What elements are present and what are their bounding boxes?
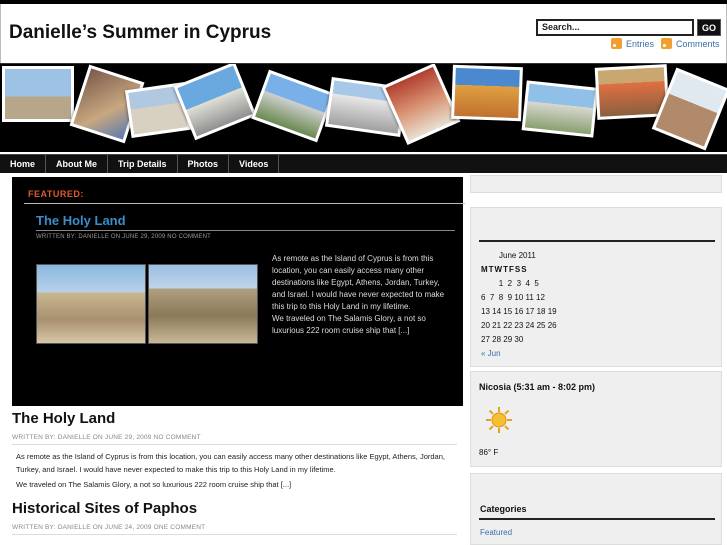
search-button[interactable]: GO	[697, 19, 721, 36]
featured-box: FEATURED: The Holy Land WRITTEN BY: DANI…	[12, 177, 465, 406]
weather-title: Nicosia (5:31 am - 8:02 pm)	[479, 382, 596, 392]
calendar-widget: June 2011 MTWTFSS 1 2 3 4 5 6 7 8 9 10 1…	[470, 207, 722, 367]
nav-home[interactable]: Home	[0, 155, 47, 173]
calendar-week: 27 28 29 30	[481, 335, 524, 344]
sidebar-widget	[470, 175, 722, 193]
category-link-featured[interactable]: Featured	[480, 528, 512, 537]
calendar-week: 20 21 22 23 24 25 26	[481, 321, 557, 330]
main-nav: Home About Me Trip Details Photos Videos	[0, 154, 727, 173]
site-title[interactable]: Danielle’s Summer in Cyprus	[9, 22, 271, 44]
search-input[interactable]: Search...	[536, 19, 694, 36]
featured-post-title[interactable]: The Holy Land	[36, 213, 126, 228]
comments-feed-link[interactable]: Comments	[661, 38, 720, 49]
calendar-weekdays: MTWTFSS	[481, 265, 528, 274]
banner-photo	[521, 80, 599, 138]
post-excerpt-continued: We traveled on The Salamis Glory, a not …	[16, 480, 292, 489]
calendar-week: 13 14 15 16 17 18 19	[481, 307, 557, 316]
banner-photo	[2, 66, 74, 122]
weather-temperature: 86° F	[479, 448, 499, 457]
calendar-week: 6 7 8 9 10 11 12	[481, 293, 545, 302]
nav-videos[interactable]: Videos	[229, 155, 280, 173]
sidebar: June 2011 MTWTFSS 1 2 3 4 5 6 7 8 9 10 1…	[470, 173, 727, 545]
nav-trip-details[interactable]: Trip Details	[108, 155, 178, 173]
divider	[479, 518, 715, 520]
banner-photo	[251, 69, 335, 143]
post-meta: WRITTEN BY: DANIELLE ON JUNE 24, 2009 ON…	[12, 524, 206, 531]
post-excerpt: As remote as the Island of Cyprus is fro…	[16, 452, 445, 474]
featured-image[interactable]	[36, 264, 146, 344]
calendar-week: 1 2 3 4 5	[481, 279, 539, 288]
featured-post-meta: WRITTEN BY: DANIELLE ON JUNE 29, 2009 NO…	[36, 234, 211, 240]
banner-photo	[451, 64, 523, 122]
divider	[12, 534, 457, 535]
categories-widget: Categories Featured	[470, 473, 722, 545]
comments-label: Comments	[676, 38, 720, 49]
rss-icon	[661, 38, 672, 49]
calendar-month: June 2011	[499, 251, 536, 260]
divider	[479, 240, 715, 242]
post-title[interactable]: Historical Sites of Paphos	[12, 500, 197, 517]
nav-photos[interactable]: Photos	[178, 155, 230, 173]
categories-title: Categories	[480, 504, 527, 514]
weather-widget: Nicosia (5:31 am - 8:02 pm) 86° F	[470, 371, 722, 467]
entries-feed-link[interactable]: Entries	[611, 38, 654, 49]
featured-label: FEATURED:	[28, 189, 84, 199]
divider	[12, 444, 457, 445]
nav-about-me[interactable]: About Me	[46, 155, 109, 173]
post-meta: WRITTEN BY: DANIELLE ON JUNE 29, 2009 NO…	[12, 434, 201, 441]
featured-image[interactable]	[148, 264, 258, 344]
divider	[24, 203, 465, 204]
entries-label: Entries	[626, 38, 655, 49]
sun-icon	[486, 407, 512, 433]
calendar-prev-link[interactable]: « Jun	[481, 349, 501, 358]
rss-icon	[611, 38, 622, 49]
site-header: Danielle’s Summer in Cyprus Search... GO…	[0, 4, 727, 63]
main-content: FEATURED: The Holy Land WRITTEN BY: DANI…	[0, 173, 470, 545]
post-title[interactable]: The Holy Land	[12, 410, 115, 427]
featured-excerpt: As remote as the Island of Cyprus is fro…	[272, 254, 445, 335]
divider	[36, 230, 455, 231]
header-banner	[0, 63, 727, 152]
